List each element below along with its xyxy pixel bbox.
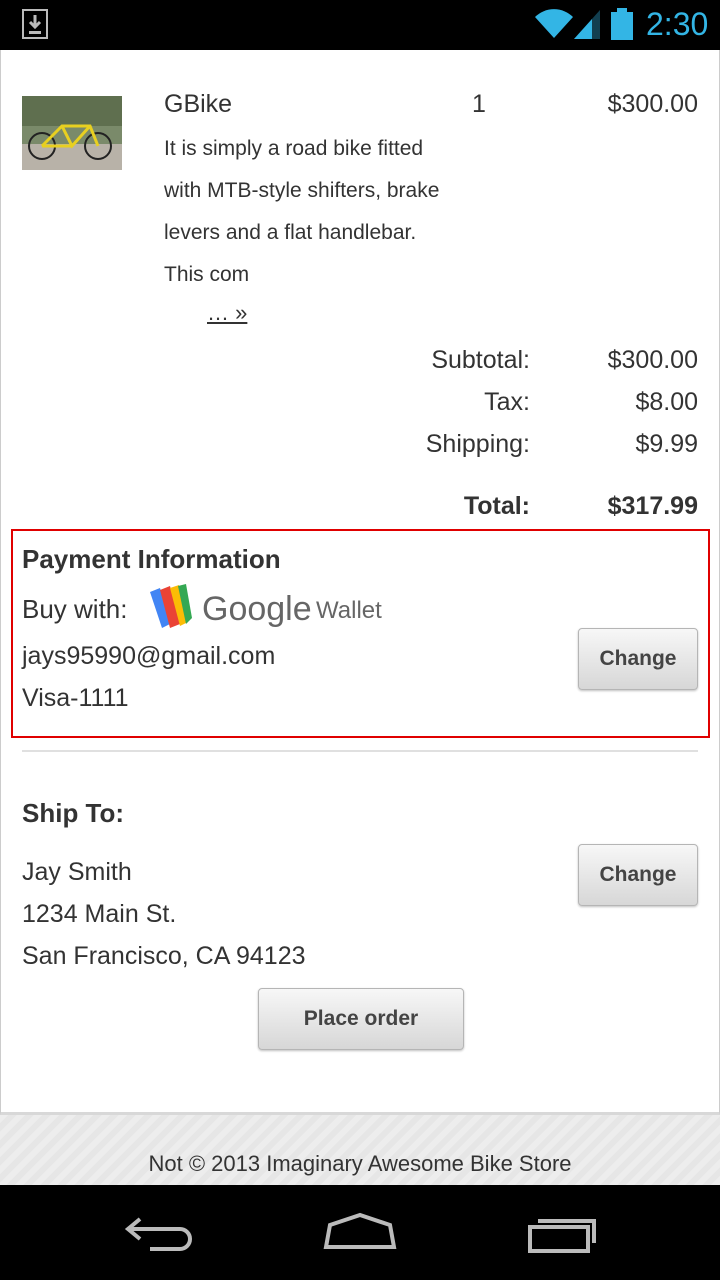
- wifi-icon: [535, 9, 573, 39]
- payment-card: Visa-1111: [22, 684, 129, 712]
- ship-to-heading: Ship To:: [22, 798, 125, 828]
- product-description: It is simply a road bike fitted with MTB…: [164, 137, 440, 286]
- home-icon[interactable]: [320, 1207, 400, 1257]
- product-image: [22, 96, 122, 170]
- divider: [22, 750, 698, 752]
- google-wallet-logo: Google Wallet: [150, 584, 382, 628]
- signal-icon: [574, 10, 600, 39]
- ship-street: 1234 Main St.: [22, 900, 177, 928]
- tax-label: Tax:: [484, 388, 530, 416]
- payment-heading: Payment Information: [22, 544, 281, 574]
- product-name: GBike: [164, 90, 233, 118]
- download-icon: [22, 9, 48, 39]
- change-payment-button[interactable]: Change: [578, 628, 698, 690]
- product-quantity: 1: [472, 90, 486, 118]
- status-bar: 2:30: [0, 0, 720, 50]
- clock: 2:30: [646, 6, 709, 42]
- total-label: Total:: [463, 492, 530, 520]
- wallet-product-text: Wallet: [316, 597, 382, 624]
- payment-email: jays95990@gmail.com: [22, 642, 276, 670]
- subtotal-value: $300.00: [607, 346, 698, 374]
- footer-text: Not © 2013 Imaginary Awesome Bike Store: [148, 1151, 572, 1176]
- place-order-button[interactable]: Place order: [258, 988, 464, 1050]
- shipping-label: Shipping:: [425, 430, 530, 458]
- shipping-value: $9.99: [635, 430, 698, 458]
- buy-with-label: Buy with:: [22, 594, 128, 624]
- battery-icon: [611, 8, 633, 40]
- navigation-bar: [0, 1185, 720, 1280]
- ship-city: San Francisco, CA 94123: [22, 942, 306, 970]
- product-price: $300.00: [607, 90, 698, 118]
- read-more-link[interactable]: … »: [207, 300, 247, 326]
- back-icon[interactable]: [120, 1207, 200, 1257]
- footer: Not © 2013 Imaginary Awesome Bike Store: [0, 1115, 720, 1185]
- change-shipping-button[interactable]: Change: [578, 844, 698, 906]
- wallet-brand-text: Google: [202, 590, 312, 628]
- subtotal-label: Subtotal:: [431, 346, 530, 374]
- recent-apps-icon[interactable]: [522, 1207, 602, 1257]
- total-value: $317.99: [607, 492, 698, 520]
- ship-name: Jay Smith: [22, 858, 132, 886]
- tax-value: $8.00: [635, 388, 698, 416]
